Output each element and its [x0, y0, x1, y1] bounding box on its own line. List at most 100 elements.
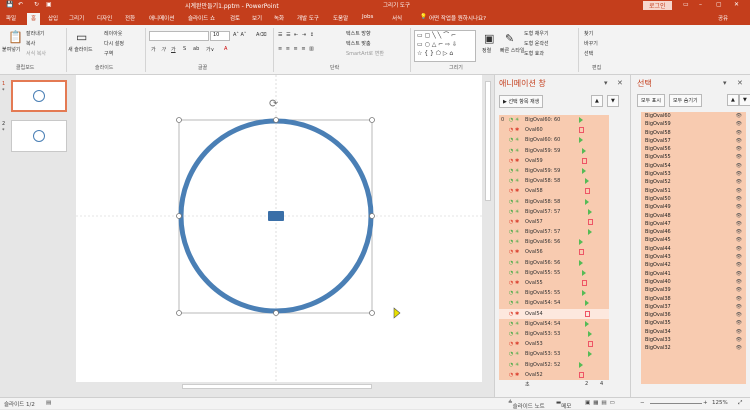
tab-draw[interactable]: 그리기	[69, 14, 84, 22]
list-item[interactable]: BigOval41 👁	[641, 270, 746, 278]
list-item[interactable]: ◔ ✳ BigOval56: 56	[499, 258, 609, 268]
share-button[interactable]: 공유	[718, 14, 728, 22]
list-item[interactable]: BigOval42 👁	[641, 261, 746, 269]
view-icons[interactable]: ▣▦▤▭	[585, 400, 618, 406]
visibility-eye-icon[interactable]: 👁	[736, 344, 742, 352]
tab-file[interactable]: 파일	[6, 14, 16, 22]
list-item[interactable]: ◔ ✱ Oval59	[499, 156, 609, 166]
list-item[interactable]: BigOval33 👁	[641, 336, 746, 344]
list-item[interactable]: ◔ ✳ BigOval53: 53	[499, 349, 609, 359]
move-down-button[interactable]: ▼	[739, 94, 750, 106]
visibility-eye-icon[interactable]: 👁	[736, 311, 742, 319]
list-item[interactable]: ◔ ✳ BigOval59: 59	[499, 166, 609, 176]
fit-window-icon[interactable]: ⤢	[738, 400, 742, 407]
section-button[interactable]: 구역	[104, 50, 113, 57]
new-slide-button[interactable]: 새 슬라이드	[68, 46, 93, 53]
redo-icon[interactable]: ↻	[34, 1, 39, 8]
tab-help[interactable]: 도움말	[333, 14, 348, 22]
list-item[interactable]: BigOval40 👁	[641, 278, 746, 286]
visibility-eye-icon[interactable]: 👁	[736, 145, 742, 153]
grow-font-icon[interactable]: A˄ A˅	[233, 32, 246, 38]
list-item[interactable]: BigOval47 👁	[641, 220, 746, 228]
tab-jobs[interactable]: Jobs	[362, 14, 373, 20]
visibility-eye-icon[interactable]: 👁	[736, 286, 742, 294]
slide-thumbnail-2[interactable]	[11, 120, 67, 152]
visibility-eye-icon[interactable]: 👁	[736, 253, 742, 261]
quick-styles-icon[interactable]: ✎	[505, 32, 514, 45]
list-item[interactable]: BigOval50 👁	[641, 195, 746, 203]
visibility-eye-icon[interactable]: 👁	[736, 153, 742, 161]
visibility-eye-icon[interactable]: 👁	[736, 220, 742, 228]
visibility-eye-icon[interactable]: 👁	[736, 129, 742, 137]
list-item[interactable]: ◔ ✳ BigOval58: 58	[499, 197, 609, 207]
scroll-thumb[interactable]	[485, 81, 491, 201]
tab-record[interactable]: 녹화	[274, 14, 284, 22]
list-item[interactable]: ◔ ✳ BigOval59: 59	[499, 146, 609, 156]
cut-button[interactable]: 잘라내기	[26, 30, 44, 37]
undo-icon[interactable]: ↶	[18, 1, 23, 8]
visibility-eye-icon[interactable]: 👁	[736, 319, 742, 327]
list-item[interactable]: BigOval37 👁	[641, 303, 746, 311]
shapes-gallery[interactable]: ▭ ▢ ╲ ╲ ⌒ ⌐ ▭ ○ △ ⌐ ⇨ ⇩ ☆ { } ⬠ ▷ ⌂	[414, 30, 476, 62]
zoom-in-icon[interactable]: +	[703, 400, 708, 406]
text-align-button[interactable]: 텍스트 맞춤	[346, 40, 371, 47]
tab-format[interactable]: 서식	[392, 14, 402, 22]
list-item[interactable]: BigOval45 👁	[641, 236, 746, 244]
paste-button[interactable]: 붙여넣기	[2, 46, 20, 53]
restore-icon[interactable]: ▢	[716, 1, 722, 8]
list-item[interactable]: BigOval46 👁	[641, 228, 746, 236]
visibility-eye-icon[interactable]: 👁	[736, 178, 742, 186]
list-item[interactable]: ◔ ✳ BigOval56: 56	[499, 237, 609, 247]
visibility-eye-icon[interactable]: 👁	[736, 112, 742, 120]
tab-home[interactable]: 홈	[27, 13, 41, 25]
animation-list[interactable]: 0 ◔ ✳ BigOval60: 60 ◔ ✱ Oval60 ◔ ✳ BigOval60: …	[499, 115, 609, 380]
new-slide-icon[interactable]: ▭	[76, 30, 87, 44]
list-item[interactable]: BigOval57 👁	[641, 137, 746, 145]
move-up-button[interactable]: ▲	[727, 94, 739, 106]
visibility-eye-icon[interactable]: 👁	[736, 236, 742, 244]
list-item[interactable]: ◔ ✳ BigOval57: 57	[499, 227, 609, 237]
ribbon-display-icon[interactable]: ▭	[683, 1, 689, 8]
list-item[interactable]: ◔ ✳ BigOval60: 60	[499, 135, 609, 145]
hide-all-button[interactable]: 모두 숨기기	[669, 94, 702, 107]
tab-transitions[interactable]: 전환	[125, 14, 135, 22]
play-selected-button[interactable]: ▶ 선택 항목 재생	[499, 95, 544, 108]
bold-button[interactable]: 가	[151, 46, 156, 53]
shape-fill-button[interactable]: 도형 채우기	[524, 30, 549, 37]
visibility-eye-icon[interactable]: 👁	[736, 187, 742, 195]
close-icon[interactable]: ✕	[617, 79, 623, 87]
slide-thumbnail-1[interactable]	[11, 80, 67, 112]
list-item[interactable]: BigOval59 👁	[641, 120, 746, 128]
visibility-eye-icon[interactable]: 👁	[736, 228, 742, 236]
underline-button[interactable]: 가	[171, 46, 176, 53]
zoom-level[interactable]: 125%	[712, 400, 728, 406]
list-item[interactable]: BigOval60 👁	[641, 112, 746, 120]
list-item[interactable]: BigOval49 👁	[641, 203, 746, 211]
visibility-eye-icon[interactable]: 👁	[736, 261, 742, 269]
dropdown-icon[interactable]: ▾	[723, 79, 727, 87]
save-icon[interactable]: 💾	[6, 1, 13, 8]
find-button[interactable]: 찾기	[584, 30, 593, 37]
close-icon[interactable]: ✕	[734, 1, 739, 8]
list-item[interactable]: ◔ ✱ Oval52	[499, 370, 609, 380]
vertical-scrollbar[interactable]	[482, 75, 494, 397]
list-item[interactable]: ◔ ✳ BigOval58: 58	[499, 176, 609, 186]
minimize-icon[interactable]: –	[699, 1, 702, 8]
list-item[interactable]: BigOval56 👁	[641, 145, 746, 153]
visibility-eye-icon[interactable]: 👁	[736, 270, 742, 278]
list-item[interactable]: ◔ ✳ BigOval52: 52	[499, 360, 609, 370]
smartart-button[interactable]: SmartArt로 변환	[346, 50, 384, 57]
list-item[interactable]: BigOval48 👁	[641, 212, 746, 220]
list-item[interactable]: ◔ ✳ BigOval55: 55	[499, 268, 609, 278]
font-size-input[interactable]: 10	[210, 31, 230, 41]
list-item[interactable]: BigOval55 👁	[641, 153, 746, 161]
list-item[interactable]: ◔ ✱ Oval56	[499, 247, 609, 257]
visibility-eye-icon[interactable]: 👁	[736, 162, 742, 170]
tab-slideshow[interactable]: 슬라이드 쇼	[188, 14, 215, 22]
dropdown-icon[interactable]: ▾	[604, 79, 608, 87]
list-item[interactable]: BigOval52 👁	[641, 178, 746, 186]
font-color-icon[interactable]: A	[224, 46, 227, 52]
visibility-eye-icon[interactable]: 👁	[736, 295, 742, 303]
visibility-eye-icon[interactable]: 👁	[736, 195, 742, 203]
list-item[interactable]: ◔ ✱ Oval58	[499, 186, 609, 196]
